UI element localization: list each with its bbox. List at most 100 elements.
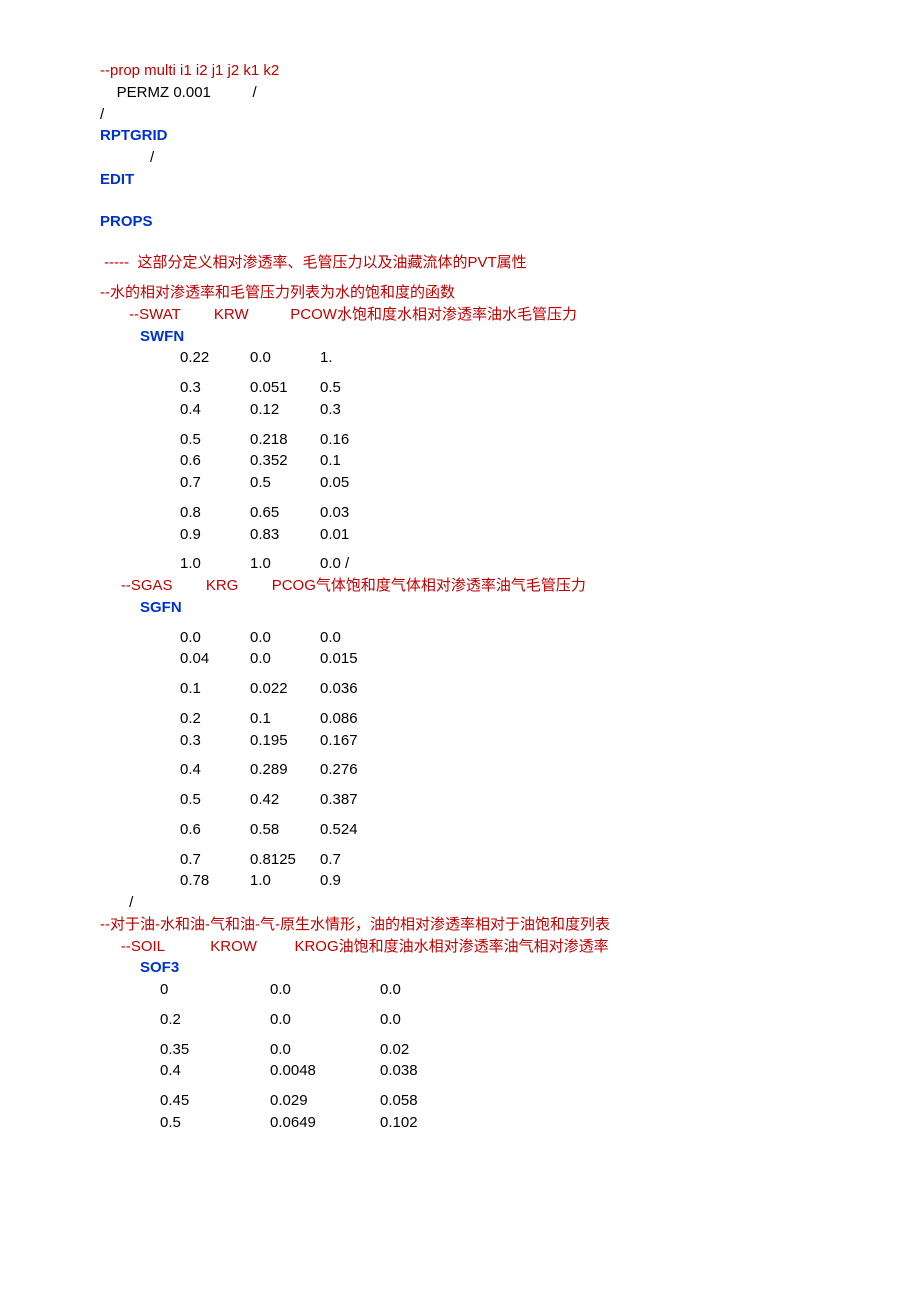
sof3-table: 00.00.0 0.20.00.0 0.350.00.02 0.40.00480…: [160, 979, 920, 1134]
soil-cell: 0.45: [160, 1090, 270, 1112]
table-row: 0.80.650.03: [180, 502, 920, 524]
soil-cell: 0.5: [160, 1112, 270, 1134]
krow-cell: 0.0: [270, 1009, 380, 1031]
swat-cell: 0.3: [180, 377, 250, 399]
table-row: 0.90.830.01: [180, 524, 920, 546]
swat-cell: 0.6: [180, 450, 250, 472]
pcow-cell: 0.5: [320, 377, 390, 399]
table-row: 0.40.120.3: [180, 399, 920, 421]
pcog-cell: 0.7: [320, 849, 390, 871]
swat-cell: 0.7: [180, 472, 250, 494]
comment-soil: --SOIL KROW KROG油饱和度油水相对渗透率油气相对渗透率: [100, 936, 920, 958]
pcog-cell: 0.387: [320, 789, 390, 811]
sgas-cell: 0.2: [180, 708, 250, 730]
krg-cell: 0.42: [250, 789, 320, 811]
keyword-rptgrid: RPTGRID: [100, 125, 920, 147]
sgas-cell: 0.0: [180, 627, 250, 649]
slash-close: /: [100, 104, 920, 126]
soil-cell: 0.35: [160, 1039, 270, 1061]
krg-cell: 0.195: [250, 730, 320, 752]
krog-cell: 0.038: [380, 1060, 490, 1082]
krg-cell: 0.8125: [250, 849, 320, 871]
comment-oil: --对于油-水和油-气和油-气-原生水情形，油的相对渗透率相对于油饱和度列表: [100, 914, 920, 936]
table-row: 00.00.0: [160, 979, 920, 1001]
table-row: 0.70.50.05: [180, 472, 920, 494]
swat-cell: 0.4: [180, 399, 250, 421]
pcog-cell: 0.276: [320, 759, 390, 781]
table-row: 0.20.10.086: [180, 708, 920, 730]
swat-cell: 1.0: [180, 553, 250, 575]
pcow-cell: 0.1: [320, 450, 390, 472]
krog-cell: 0.02: [380, 1039, 490, 1061]
krow-cell: 0.0048: [270, 1060, 380, 1082]
comment-pvt: ----- 这部分定义相对渗透率、毛管压力以及油藏流体的PVT属性: [100, 252, 920, 274]
krog-cell: 0.102: [380, 1112, 490, 1134]
krw-cell: 0.352: [250, 450, 320, 472]
krog-cell: 0.058: [380, 1090, 490, 1112]
table-row: 0.20.00.0: [160, 1009, 920, 1031]
krg-cell: 0.0: [250, 627, 320, 649]
pcow-cell: 0.16: [320, 429, 390, 451]
keyword-sof3: SOF3: [140, 957, 920, 979]
swfn-table: 0.220.01. 0.30.0510.5 0.40.120.3 0.50.21…: [180, 347, 920, 575]
krg-cell: 0.1: [250, 708, 320, 730]
sgas-cell: 0.3: [180, 730, 250, 752]
table-row: 0.70.81250.7: [180, 849, 920, 871]
krog-cell: 0.0: [380, 1009, 490, 1031]
comment-sgas: --SGAS KRG PCOG气体饱和度气体相对渗透率油气毛管压力: [100, 575, 920, 597]
pcow-cell: 1.: [320, 347, 390, 369]
krg-cell: 0.022: [250, 678, 320, 700]
sgas-cell: 0.4: [180, 759, 250, 781]
krow-cell: 0.0649: [270, 1112, 380, 1134]
sgas-cell: 0.78: [180, 870, 250, 892]
krw-cell: 0.12: [250, 399, 320, 421]
krow-cell: 0.0: [270, 979, 380, 1001]
table-row: 0.350.00.02: [160, 1039, 920, 1061]
pcog-cell: 0.9: [320, 870, 390, 892]
pcog-cell: 0.524: [320, 819, 390, 841]
table-row: 0.30.0510.5: [180, 377, 920, 399]
permz-line: PERMZ 0.001 /: [100, 82, 920, 104]
krg-cell: 0.289: [250, 759, 320, 781]
krow-cell: 0.0: [270, 1039, 380, 1061]
table-row: 0.40.2890.276: [180, 759, 920, 781]
table-row: 0.40.00480.038: [160, 1060, 920, 1082]
table-row: 0.60.580.524: [180, 819, 920, 841]
table-row: 0.50.420.387: [180, 789, 920, 811]
swat-cell: 0.8: [180, 502, 250, 524]
comment-swat: --SWAT KRW PCOW水饱和度水相对渗透率油水毛管压力: [100, 304, 920, 326]
pcow-cell: 0.03: [320, 502, 390, 524]
krw-cell: 0.65: [250, 502, 320, 524]
table-row: 0.040.00.015: [180, 648, 920, 670]
soil-cell: 0.2: [160, 1009, 270, 1031]
pcog-cell: 0.167: [320, 730, 390, 752]
krw-cell: 0.051: [250, 377, 320, 399]
table-row: 0.220.01.: [180, 347, 920, 369]
soil-cell: 0.4: [160, 1060, 270, 1082]
krw-cell: 0.83: [250, 524, 320, 546]
soil-cell: 0: [160, 979, 270, 1001]
sgas-cell: 0.04: [180, 648, 250, 670]
krog-cell: 0.0: [380, 979, 490, 1001]
pcog-cell: 0.015: [320, 648, 390, 670]
swat-cell: 0.5: [180, 429, 250, 451]
krw-cell: 1.0: [250, 553, 320, 575]
krow-cell: 0.029: [270, 1090, 380, 1112]
swat-cell: 0.22: [180, 347, 250, 369]
pcog-cell: 0.086: [320, 708, 390, 730]
comment-prop-multi: --prop multi i1 i2 j1 j2 k1 k2: [100, 60, 920, 82]
krg-cell: 1.0: [250, 870, 320, 892]
pcog-cell: 0.0: [320, 627, 390, 649]
sgas-cell: 0.6: [180, 819, 250, 841]
keyword-edit: EDIT: [100, 169, 920, 191]
table-row: 0.781.00.9: [180, 870, 920, 892]
pcow-cell: 0.01: [320, 524, 390, 546]
krw-cell: 0.218: [250, 429, 320, 451]
table-row: 0.10.0220.036: [180, 678, 920, 700]
sgfn-table: 0.00.00.0 0.040.00.015 0.10.0220.036 0.2…: [180, 627, 920, 893]
keyword-props: PROPS: [100, 211, 920, 233]
table-row: 0.450.0290.058: [160, 1090, 920, 1112]
sgas-cell: 0.7: [180, 849, 250, 871]
sgfn-close: /: [100, 892, 920, 914]
table-row: 1.01.00.0 /: [180, 553, 920, 575]
